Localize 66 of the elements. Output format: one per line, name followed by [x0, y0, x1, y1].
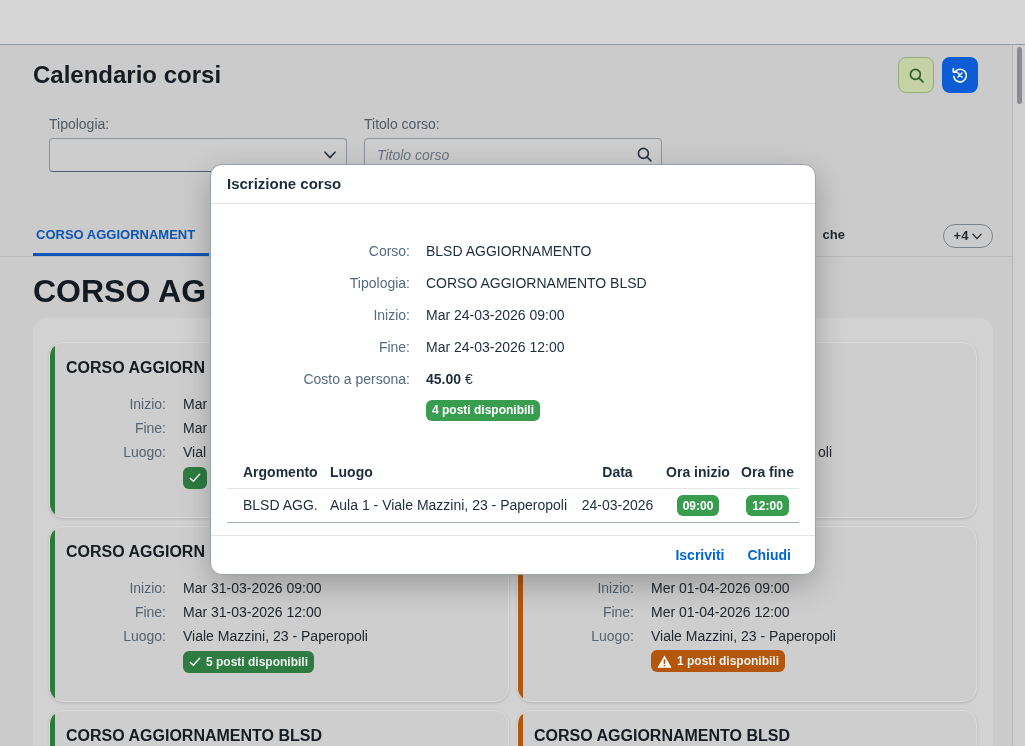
field-label: Luogo:: [123, 627, 166, 645]
table-cell-text: 24-03-2026: [581, 496, 654, 515]
badge-text: 5 posti disponibili: [206, 654, 308, 671]
detail-label: Tipologia:: [349, 273, 410, 293]
detail-value: CORSO AGGIORNAMENTO BLSD: [426, 273, 647, 293]
search-icon: [637, 147, 652, 162]
section-title: CORSO AG: [33, 272, 207, 310]
field-value: Mer 01-04-2026 09:00: [651, 579, 791, 597]
field-label: Fine:: [134, 419, 166, 437]
field-value: Mar: [183, 419, 208, 437]
filter-label: Titolo corso:: [364, 116, 440, 132]
dropdown-field[interactable]: [49, 138, 347, 172]
check-icon: [189, 657, 201, 667]
detail-label: Inizio:: [373, 305, 410, 325]
detail-label: Costo a persona:: [303, 369, 410, 389]
scrollbar-thumb[interactable]: [1016, 47, 1022, 104]
field-value: Mar 31-03-2026 09:00: [183, 579, 323, 597]
field-label: Inizio:: [129, 395, 166, 413]
card-title: CORSO AGGIORNAMENTO BLSD: [534, 726, 790, 746]
field-label: Fine:: [602, 603, 634, 621]
column-header: Ora fine: [741, 463, 794, 482]
field-label: Luogo:: [591, 627, 634, 645]
circular-arrow-icon: [951, 66, 969, 84]
detail-value: Mar 24-03-2026 12:00: [426, 337, 566, 357]
detail-value: 45.00 €: [426, 369, 474, 389]
column-header: Data: [602, 463, 633, 482]
field-label: Fine:: [134, 603, 166, 621]
field-label: Inizio:: [129, 579, 166, 597]
check-icon: [189, 473, 201, 483]
field-value: Mar 31-03-2026 12:00: [183, 603, 323, 621]
search-button[interactable]: [898, 57, 934, 93]
detail-label: Corso:: [368, 241, 410, 261]
tab[interactable]: che: [819, 216, 859, 256]
time-badge: 09:00: [676, 495, 720, 516]
dialog-title: Iscrizione corso: [227, 173, 342, 194]
column-header: Argomento: [243, 463, 318, 482]
chevron-down-icon: [972, 232, 983, 240]
table-cell-text: BLSD AGG.: [243, 496, 318, 515]
field-value: oli: [818, 443, 832, 461]
availability-badge: 4 posti disponibili: [426, 399, 540, 421]
page-title: Calendario corsi: [33, 60, 222, 90]
time-badge: 12:00: [746, 495, 789, 516]
table-cell-text: Aula 1 - Viale Mazzini, 23 - Paperopoli: [330, 496, 568, 515]
dialog-action-button[interactable]: Chiudi: [739, 540, 799, 570]
reset-button[interactable]: [942, 57, 978, 93]
detail-value: BLSD AGGIORNAMENTO: [426, 241, 593, 261]
field-value: Viale Mazzini, 23 - Paperopoli: [651, 627, 836, 645]
badge-text: 1 posti disponibili: [677, 653, 779, 670]
dialog-action-button[interactable]: Iscriviti: [667, 540, 733, 570]
filter-label: Tipologia:: [49, 116, 110, 132]
warning-icon: [657, 654, 672, 668]
field-label: Inizio:: [597, 579, 634, 597]
card-title: CORSO AGGIORN: [66, 542, 205, 562]
column-header: Ora inizio: [666, 463, 730, 482]
search-icon: [908, 67, 924, 83]
detail-label: Fine:: [378, 337, 410, 357]
field-value: Viale Mazzini, 23 - Paperopoli: [183, 627, 368, 645]
field-value: Vial: [183, 443, 208, 461]
field-value: Mar: [183, 395, 208, 413]
card-title: CORSO AGGIORNAMENTO BLSD: [66, 726, 322, 746]
field-label: Luogo:: [123, 443, 166, 461]
card-title: CORSO AGGIORN: [66, 358, 205, 378]
column-header: Luogo: [330, 463, 373, 482]
detail-value: Mar 24-03-2026 09:00: [426, 305, 566, 325]
chevron-down-icon: [324, 151, 336, 159]
field-value: Mer 01-04-2026 12:00: [651, 603, 791, 621]
